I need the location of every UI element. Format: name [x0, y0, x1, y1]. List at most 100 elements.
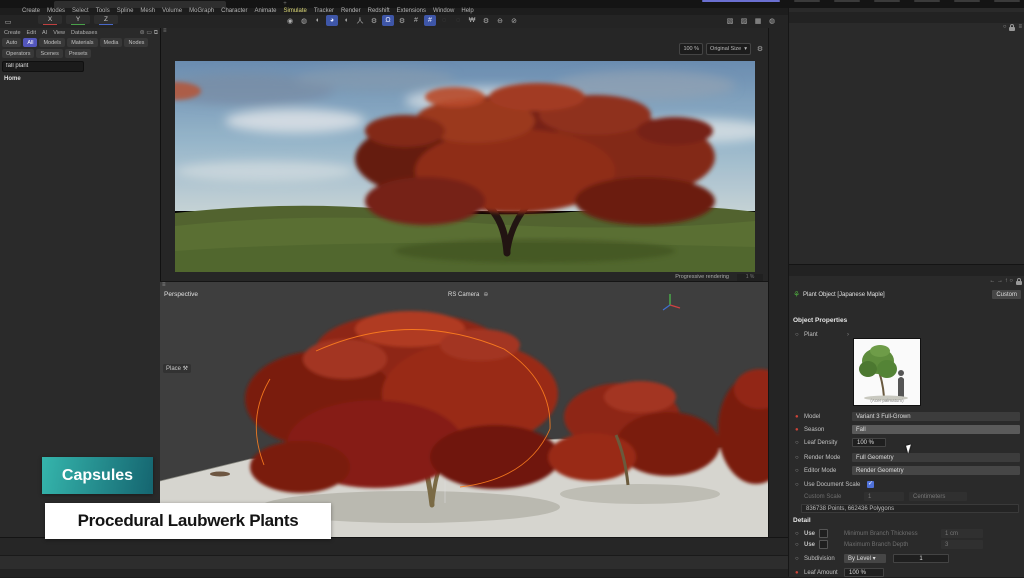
key-icon[interactable]: ○ — [795, 468, 801, 474]
object-manager-corner-icons[interactable]: ○ ≡ — [1003, 24, 1022, 31]
layout-tab[interactable] — [834, 0, 860, 2]
viewport-panel[interactable]: ≡ Perspective RS Camera⊕ Place ⚒ — [160, 281, 768, 538]
filter-tab-media[interactable]: Media — [100, 38, 123, 47]
menu-simulate[interactable]: Simulate — [283, 8, 306, 15]
zoom-value-field[interactable]: 100 % — [679, 43, 703, 55]
viewport-canvas[interactable] — [160, 289, 768, 538]
filter-tab-nodes[interactable]: Nodes — [124, 38, 148, 47]
menu-select[interactable]: Select — [72, 8, 89, 15]
field-gear-icon[interactable]: ⚙ — [480, 15, 492, 26]
timeline-ruler[interactable] — [0, 555, 788, 569]
model-dropdown[interactable]: Variant 3 Full-Grown — [852, 412, 1020, 421]
filter-tab-materials[interactable]: Materials — [67, 38, 97, 47]
gear-icon[interactable]: ⚙ — [754, 43, 766, 55]
dim-a-icon[interactable]: ◌ — [438, 15, 450, 26]
layout-tab[interactable] — [794, 0, 820, 2]
plant-preview-image[interactable]: (Acer palmatum) — [853, 338, 921, 406]
menu-character[interactable]: Character — [221, 8, 247, 15]
menu-window[interactable]: Window — [433, 8, 454, 15]
use-max-branch-checkbox[interactable]: ✓ — [819, 540, 828, 549]
render-view-icon[interactable]: ▧ — [724, 15, 736, 26]
menu-mesh[interactable]: Mesh — [140, 8, 155, 15]
editor-mode-dropdown[interactable]: Render Geometry — [852, 466, 1020, 475]
panel-menu-icon[interactable]: ≡ — [163, 28, 167, 34]
key-icon[interactable]: ○ — [795, 482, 801, 488]
layout-tab[interactable] — [702, 0, 780, 2]
panel-menu-icon[interactable]: ≡ — [162, 282, 166, 288]
ab-menu-edit[interactable]: Edit — [27, 30, 36, 36]
grid-b-icon[interactable]: # — [424, 15, 436, 26]
render-mode-dropdown[interactable]: Full Geometry — [852, 453, 1020, 462]
key-icon[interactable]: ○ — [795, 455, 801, 461]
cancel-icon[interactable]: ⊘ — [508, 15, 520, 26]
cloth-icon[interactable]: ◕ — [326, 15, 338, 26]
viewport-view-label[interactable]: Perspective — [164, 291, 198, 298]
rope-icon[interactable]: ◖ — [340, 15, 352, 26]
size-dropdown[interactable]: Original Size▾ — [706, 43, 751, 55]
layout-tab[interactable] — [954, 0, 980, 2]
rigid-body-icon[interactable]: ◍ — [298, 15, 310, 26]
menu-animate[interactable]: Animate — [254, 8, 276, 15]
axis-lock-z-button[interactable]: Z — [94, 15, 118, 24]
subdivision-mode-dropdown[interactable]: By Level ▾ — [844, 554, 886, 563]
field-icon[interactable]: ₩ — [466, 15, 478, 26]
character-gear-icon[interactable]: ⚙ — [368, 15, 380, 26]
ab-menu-databases[interactable]: Databases — [71, 30, 97, 36]
key-icon[interactable]: ○ — [795, 440, 801, 446]
attribute-corner-icons[interactable]: ← → ↑ ○ — [989, 278, 1022, 285]
key-icon[interactable]: ○ — [795, 332, 801, 338]
season-dropdown[interactable]: Fall — [852, 425, 1020, 434]
filter-tab-all[interactable]: All — [23, 38, 37, 47]
ab-menu-view[interactable]: View — [53, 30, 65, 36]
leaf-density-field[interactable]: 100 % — [852, 438, 886, 447]
subdivision-field[interactable]: 1 — [893, 554, 949, 563]
menu-help[interactable]: Help — [461, 8, 473, 15]
lock-icon[interactable] — [1016, 281, 1022, 285]
category-tab-operators[interactable]: Operators — [2, 49, 34, 58]
menu-spline[interactable]: Spline — [117, 8, 134, 15]
render-settings-icon[interactable]: ▦ — [752, 15, 764, 26]
ab-menu-ai[interactable]: AI — [42, 30, 47, 36]
breadcrumb[interactable]: Home — [4, 76, 21, 82]
material-sphere-icon[interactable]: ◍ — [766, 15, 778, 26]
history-icon[interactable]: ▭ — [2, 16, 14, 27]
balloon-icon[interactable]: Ω — [382, 15, 394, 26]
use-min-branch-checkbox[interactable]: ✓ — [819, 529, 828, 538]
menu-modes[interactable]: Modes — [47, 8, 65, 15]
use-document-scale-checkbox[interactable]: ✓ — [867, 481, 874, 488]
minus-icon[interactable]: ⊖ — [494, 15, 506, 26]
axis-lock-y-button[interactable]: Y — [66, 15, 90, 24]
menu-redshift[interactable]: Redshift — [368, 8, 390, 15]
category-tab-scenes[interactable]: Scenes — [36, 49, 62, 58]
custom-button[interactable]: Custom — [992, 290, 1021, 299]
lock-icon[interactable] — [1009, 27, 1015, 31]
ab-menu-create[interactable]: Create — [4, 30, 21, 36]
filter-tab-models[interactable]: Models — [39, 38, 65, 47]
expand-arrow-icon[interactable]: › — [847, 332, 849, 338]
asset-browser-window-icons[interactable]: ⊜ ▭ ⧉ — [140, 29, 158, 37]
key-icon[interactable]: ● — [795, 414, 801, 420]
key-icon[interactable]: ● — [795, 427, 801, 433]
dim-b-icon[interactable]: ◌ — [452, 15, 464, 26]
sim-scene-icon[interactable]: ◉ — [284, 15, 296, 26]
menu-volume[interactable]: Volume — [162, 8, 182, 15]
key-icon[interactable]: ○ — [795, 556, 801, 562]
menu-render[interactable]: Render — [341, 8, 361, 15]
key-icon[interactable]: ● — [795, 570, 801, 576]
menu-create[interactable]: Create — [22, 8, 40, 15]
balloon-gear-icon[interactable]: ⚙ — [396, 15, 408, 26]
soft-body-icon[interactable]: ◐ — [312, 15, 324, 26]
key-icon[interactable]: ○ — [795, 542, 801, 548]
character-icon[interactable]: 人 — [354, 15, 366, 26]
menu-tools[interactable]: Tools — [96, 8, 110, 15]
document-tab[interactable] — [54, 1, 226, 8]
category-tab-presets[interactable]: Presets — [65, 49, 92, 58]
new-document-tab-button[interactable]: + — [281, 0, 289, 8]
menu-tracker[interactable]: Tracker — [314, 8, 334, 15]
render-picture-viewer-icon[interactable]: ▨ — [738, 15, 750, 26]
grid-a-icon[interactable]: # — [410, 15, 422, 26]
axis-lock-x-button[interactable]: X — [38, 15, 62, 24]
key-icon[interactable]: ○ — [795, 531, 801, 537]
filter-tab-auto[interactable]: Auto — [2, 38, 21, 47]
menu-mograph[interactable]: MoGraph — [189, 8, 214, 15]
